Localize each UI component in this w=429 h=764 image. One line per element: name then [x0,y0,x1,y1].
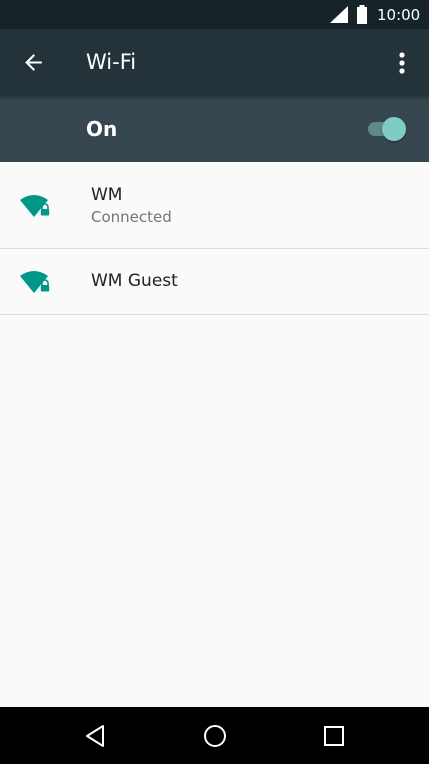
network-status: Connected [91,208,172,226]
home-circle-icon[interactable] [200,721,230,751]
cell-signal-icon [330,6,348,23]
page-title: Wi-Fi [86,50,137,74]
network-item[interactable]: WM Guest [0,249,429,315]
wifi-switch-label: On [86,117,118,141]
app-bar: Wi-Fi [0,29,429,96]
wifi-master-switch-bar[interactable]: On [0,96,429,162]
system-nav-bar [0,707,429,764]
network-ssid: WM [91,185,123,205]
network-list: WM Connected WM Guest [0,162,429,315]
toggle-thumb [382,117,406,141]
wifi-toggle-switch[interactable] [366,117,408,141]
wifi-lock-icon [20,195,50,217]
network-item[interactable]: WM Connected [0,162,429,249]
back-arrow-icon[interactable] [21,50,46,75]
battery-icon [357,5,367,24]
network-ssid: WM Guest [91,271,178,291]
back-triangle-icon[interactable] [81,721,111,751]
wifi-lock-icon [20,271,50,293]
status-bar: 10:00 [0,0,429,29]
more-vert-icon[interactable] [390,47,414,79]
status-time: 10:00 [377,6,421,24]
recents-square-icon[interactable] [319,721,349,751]
